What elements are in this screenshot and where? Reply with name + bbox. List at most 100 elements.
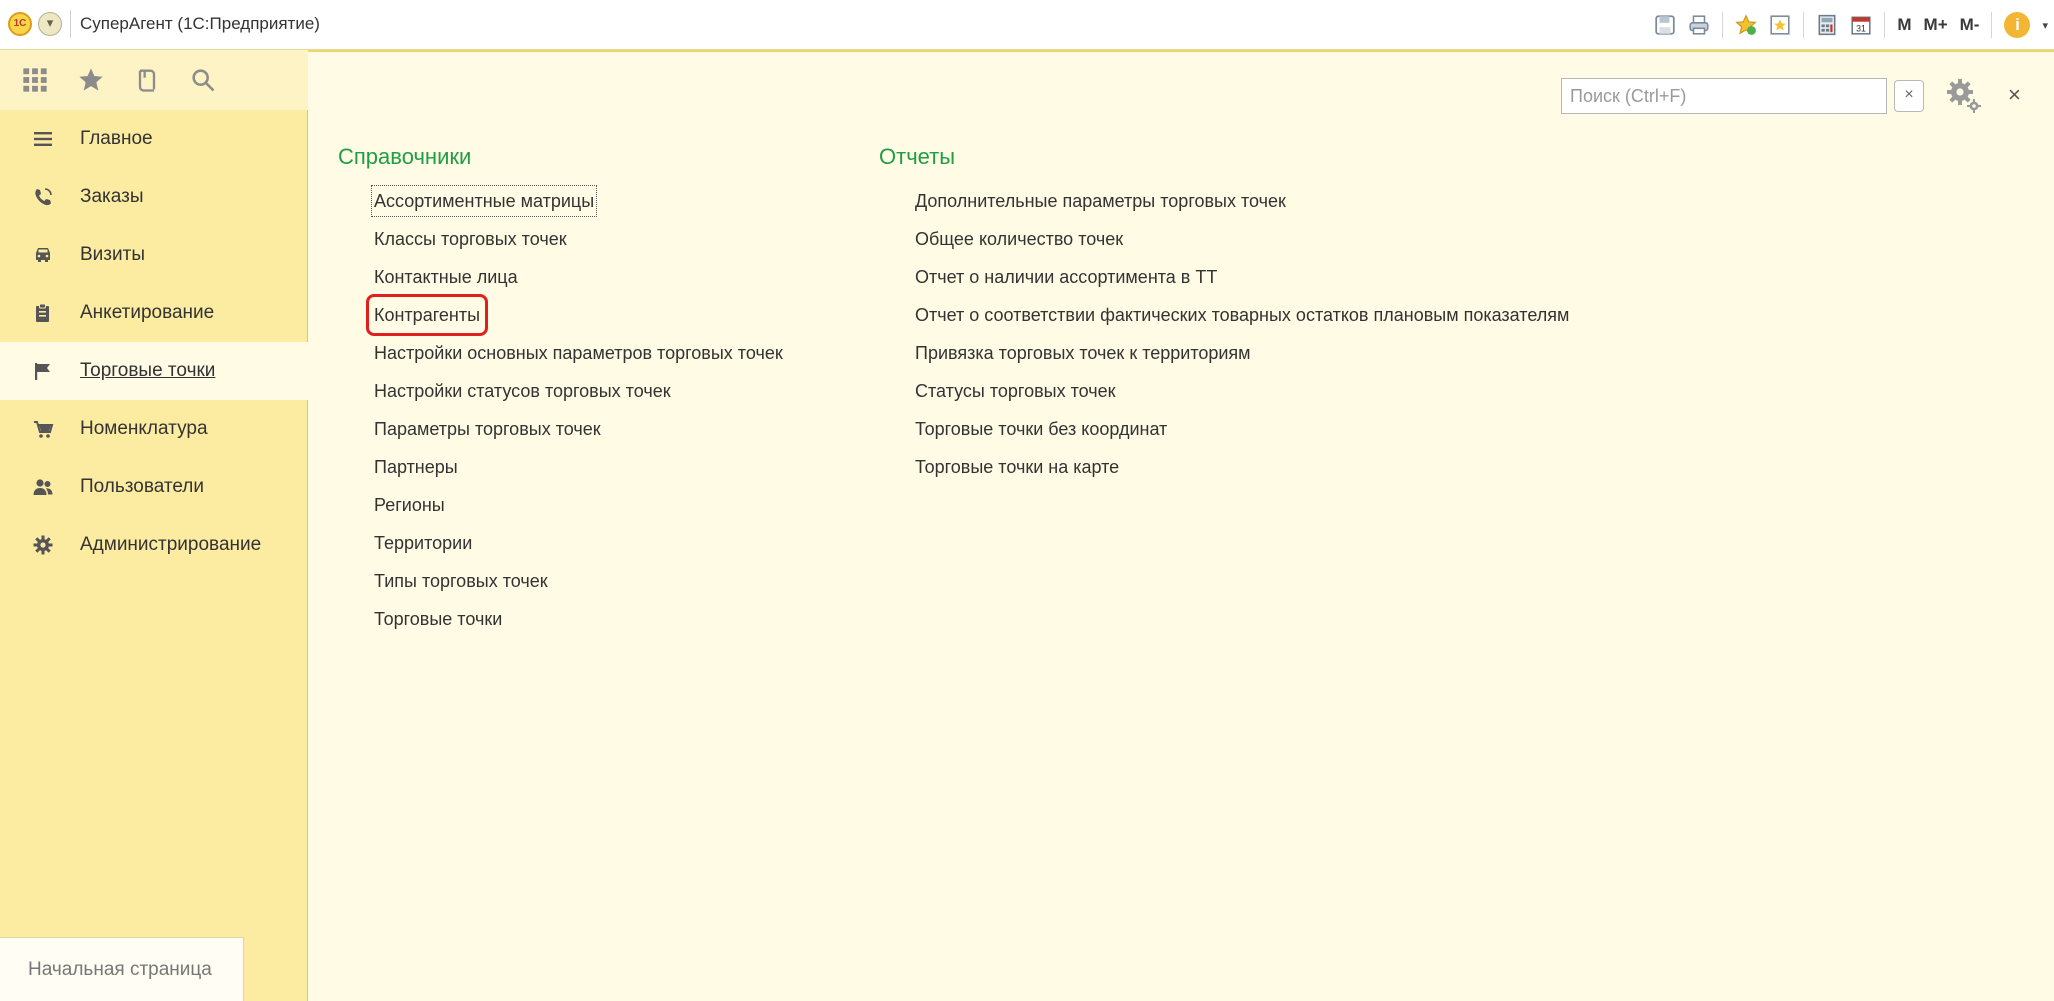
- title-separator: [70, 10, 71, 38]
- favorites-list-icon[interactable]: [1769, 14, 1791, 36]
- sidebar-item-label: Торговые точки: [80, 360, 216, 381]
- link-label: Классы торговых точек: [374, 229, 567, 249]
- link-label: Статусы торговых точек: [915, 381, 1116, 401]
- report-link[interactable]: Отчет о соответствии фактических товарны…: [913, 300, 1571, 338]
- link-label: Отчет о соответствии фактических товарны…: [915, 305, 1570, 325]
- directory-link[interactable]: Классы торговых точек: [372, 224, 785, 262]
- report-link[interactable]: Привязка торговых точек к территориям: [913, 338, 1571, 376]
- report-link[interactable]: Статусы торговых точек: [913, 376, 1571, 414]
- main-menu-button[interactable]: ▾: [38, 12, 62, 36]
- calendar-icon[interactable]: 31: [1850, 14, 1872, 36]
- reports-title: Отчеты: [879, 144, 956, 169]
- clipboard-icon: [32, 302, 54, 324]
- menu-lines-icon: [32, 128, 54, 150]
- toolbar-separator: [1884, 12, 1886, 38]
- sections-panel: Главное Заказы Визиты Анкетирование Торг…: [0, 50, 308, 1001]
- sidebar-item-nomenclature[interactable]: Номенклатура: [0, 400, 308, 458]
- sidebar-toolbar: [0, 50, 308, 110]
- toolbar-separator: [1803, 12, 1805, 38]
- link-label: Отчет о наличии ассортимента в ТТ: [915, 267, 1218, 287]
- title-toolbar: 31 M M+ M- i ▾: [1654, 8, 2048, 42]
- toolbar-separator: [1722, 12, 1724, 38]
- sidebar-item-label: Номенклатура: [80, 418, 208, 439]
- search-icon[interactable]: [188, 65, 218, 95]
- sidebar-item-main[interactable]: Главное: [0, 110, 308, 168]
- sidebar-item-orders[interactable]: Заказы: [0, 168, 308, 226]
- link-label: Торговые точки без координат: [915, 419, 1168, 439]
- link-label: Торговые точки: [374, 609, 503, 629]
- directories-title: Справочники: [338, 144, 472, 169]
- directory-link[interactable]: Партнеры: [372, 452, 785, 490]
- directories-column: Справочники Ассортиментные матрицы Класс…: [338, 144, 785, 642]
- link-label: Регионы: [374, 495, 445, 515]
- flag-icon: [32, 360, 54, 382]
- directory-link[interactable]: Территории: [372, 528, 785, 566]
- link-label: Ассортиментные матрицы: [370, 185, 598, 217]
- window-title: СуперАгент (1С:Предприятие): [80, 14, 320, 33]
- sections-nav: Главное Заказы Визиты Анкетирование Торг…: [0, 110, 308, 574]
- home-page-tab[interactable]: Начальная страница: [0, 937, 244, 1001]
- gear-icon: [32, 534, 54, 556]
- link-label: Контрагенты: [365, 294, 489, 336]
- search-field[interactable]: [1561, 78, 1887, 114]
- directory-link[interactable]: Параметры торговых точек: [372, 414, 785, 452]
- memory-m-button[interactable]: M: [1897, 15, 1911, 35]
- sidebar-item-label: Главное: [80, 128, 153, 149]
- directory-link[interactable]: Ассортиментные матрицы: [370, 185, 785, 224]
- sidebar-item-administration[interactable]: Администрирование: [0, 516, 308, 574]
- report-link[interactable]: Торговые точки на карте: [913, 452, 1571, 490]
- report-link[interactable]: Отчет о наличии ассортимента в ТТ: [913, 262, 1571, 300]
- save-icon[interactable]: [1654, 14, 1676, 36]
- report-link[interactable]: Общее количество точек: [913, 224, 1571, 262]
- sidebar-item-visits[interactable]: Визиты: [0, 226, 308, 284]
- directory-link[interactable]: Торговые точки: [372, 604, 785, 642]
- history-icon[interactable]: [132, 65, 162, 95]
- memory-m-plus-button[interactable]: M+: [1924, 15, 1948, 35]
- directory-link-counterparties[interactable]: Контрагенты: [365, 294, 785, 338]
- cart-icon: [32, 418, 54, 440]
- sidebar-item-label: Анкетирование: [80, 302, 215, 323]
- favorites-add-icon[interactable]: [1735, 14, 1758, 36]
- print-icon[interactable]: [1688, 14, 1710, 36]
- users-icon: [32, 476, 54, 498]
- directory-link[interactable]: Настройки статусов торговых точек: [372, 376, 785, 414]
- sidebar-item-label: Заказы: [80, 186, 144, 207]
- link-label: Торговые точки на карте: [915, 457, 1120, 477]
- chevron-down-icon[interactable]: ▾: [2042, 19, 2048, 32]
- link-label: Дополнительные параметры торговых точек: [915, 191, 1286, 211]
- sidebar-item-label: Визиты: [80, 244, 145, 265]
- link-label: Территории: [374, 533, 473, 553]
- settings-gear-icon[interactable]: [1944, 76, 1984, 116]
- car-icon: [32, 244, 54, 266]
- directory-link[interactable]: Настройки основных параметров торговых т…: [372, 338, 785, 376]
- star-icon[interactable]: [76, 65, 106, 95]
- section-content: × × Справочники Ассортиментные матрицы К…: [308, 50, 2054, 1001]
- app-logo-icon[interactable]: 1С: [8, 12, 32, 36]
- link-label: Общее количество точек: [915, 229, 1124, 249]
- close-icon[interactable]: ×: [2008, 82, 2021, 108]
- directory-link[interactable]: Регионы: [372, 490, 785, 528]
- title-bar: 1С ▾ СуперАгент (1С:Предприятие) 31 M M+…: [0, 0, 2054, 50]
- directory-link[interactable]: Контактные лица: [372, 262, 785, 300]
- link-label: Параметры торговых точек: [374, 419, 601, 439]
- link-label: Контактные лица: [374, 267, 518, 287]
- sidebar-item-surveys[interactable]: Анкетирование: [0, 284, 308, 342]
- calculator-icon[interactable]: [1816, 14, 1838, 36]
- memory-m-minus-button[interactable]: M-: [1960, 15, 1980, 35]
- link-label: Типы торговых точек: [374, 571, 548, 591]
- grid-menu-icon[interactable]: [20, 65, 50, 95]
- report-link[interactable]: Дополнительные параметры торговых точек: [913, 186, 1571, 224]
- info-icon[interactable]: i: [2004, 12, 2031, 38]
- reports-column: Отчеты Дополнительные параметры торговых…: [879, 144, 1571, 490]
- sidebar-item-users[interactable]: Пользователи: [0, 458, 308, 516]
- link-label: Партнеры: [374, 457, 458, 477]
- sidebar-item-trade-points[interactable]: Торговые точки: [0, 342, 308, 400]
- toolbar-separator: [1991, 12, 1993, 38]
- svg-text:31: 31: [1856, 24, 1866, 34]
- search-input[interactable]: [1562, 79, 1886, 113]
- report-link[interactable]: Торговые точки без координат: [913, 414, 1571, 452]
- search-clear-button[interactable]: ×: [1894, 80, 1924, 112]
- link-label: Настройки статусов торговых точек: [374, 381, 671, 401]
- sidebar-item-label: Пользователи: [80, 476, 205, 497]
- directory-link[interactable]: Типы торговых точек: [372, 566, 785, 604]
